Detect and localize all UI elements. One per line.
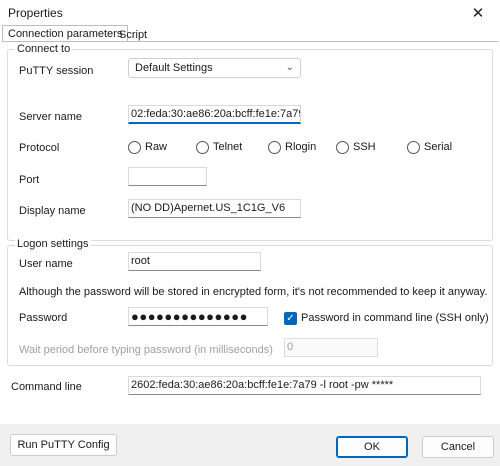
putty-session-select[interactable]: Default Settings ⌄: [128, 58, 301, 78]
password-label: Password: [19, 312, 68, 324]
display-name-input[interactable]: (NO DD)Apernet.US_1C1G_V6: [128, 199, 301, 218]
ok-button[interactable]: OK: [336, 436, 408, 458]
protocol-rlogin-radio[interactable]: Rlogin: [268, 140, 328, 156]
chevron-down-icon: ⌄: [285, 62, 294, 73]
connection-parameters-panel: Connect to PuTTY session Default Setting…: [2, 41, 498, 424]
radio-label-rlogin: Rlogin: [285, 141, 317, 153]
radio-circle: [128, 141, 141, 154]
user-name-input[interactable]: root: [128, 252, 261, 271]
cancel-button[interactable]: Cancel: [422, 436, 494, 458]
user-name-label: User name: [19, 258, 73, 270]
wait-period-label: Wait period before typing password (in m…: [19, 344, 273, 356]
port-label: Port: [19, 174, 40, 186]
server-name-label: Server name: [19, 111, 82, 123]
dialog-footer: Run PuTTY Config OK Cancel: [0, 424, 500, 466]
logon-settings-group-label: Logon settings: [15, 238, 91, 250]
server-name-input[interactable]: 02:feda:30:ae86:20a:bcff:fe1e:7a79: [128, 105, 301, 124]
protocol-ssh-radio[interactable]: SSH: [336, 140, 386, 156]
password-notice: Although the password will be stored in …: [19, 286, 488, 298]
protocol-label: Protocol: [19, 142, 60, 154]
run-putty-config-button[interactable]: Run PuTTY Config: [10, 434, 117, 456]
putty-session-label: PuTTY session: [19, 65, 94, 77]
title-bar: Properties ✕: [0, 0, 500, 28]
tab-connection-parameters[interactable]: Connection parameters: [2, 25, 129, 42]
radio-circle: [196, 141, 209, 154]
tab-strip: Connection parameters Script: [0, 25, 500, 42]
connect-to-group-label: Connect to: [15, 43, 73, 55]
command-line-label: Command line: [11, 381, 82, 393]
radio-circle: [336, 141, 349, 154]
protocol-raw-radio[interactable]: Raw: [128, 140, 173, 156]
command-line-input[interactable]: 2602:feda:30:ae86:20a:bcff:fe1e:7a79 -l …: [128, 376, 481, 395]
radio-circle: [268, 141, 281, 154]
window-title: Properties: [8, 6, 63, 20]
radio-label-telnet: Telnet: [213, 141, 243, 153]
radio-label-raw: Raw: [145, 141, 168, 153]
wait-period-input: 0: [284, 338, 378, 357]
close-icon[interactable]: ✕: [456, 0, 500, 28]
radio-label-serial: Serial: [424, 141, 453, 153]
checkmark-icon: ✓: [284, 312, 297, 325]
radio-circle: [407, 141, 420, 154]
protocol-telnet-radio[interactable]: Telnet: [196, 140, 256, 156]
port-input[interactable]: [128, 167, 207, 186]
display-name-label: Display name: [19, 205, 86, 217]
putty-session-value: Default Settings: [135, 62, 213, 74]
password-input[interactable]: ●●●●●●●●●●●●●●: [128, 307, 268, 326]
protocol-serial-radio[interactable]: Serial: [407, 140, 462, 156]
password-command-line-label: Password in command line (SSH only): [301, 312, 489, 324]
radio-label-ssh: SSH: [353, 141, 376, 153]
password-command-line-checkbox[interactable]: ✓ Password in command line (SSH only): [284, 312, 489, 328]
